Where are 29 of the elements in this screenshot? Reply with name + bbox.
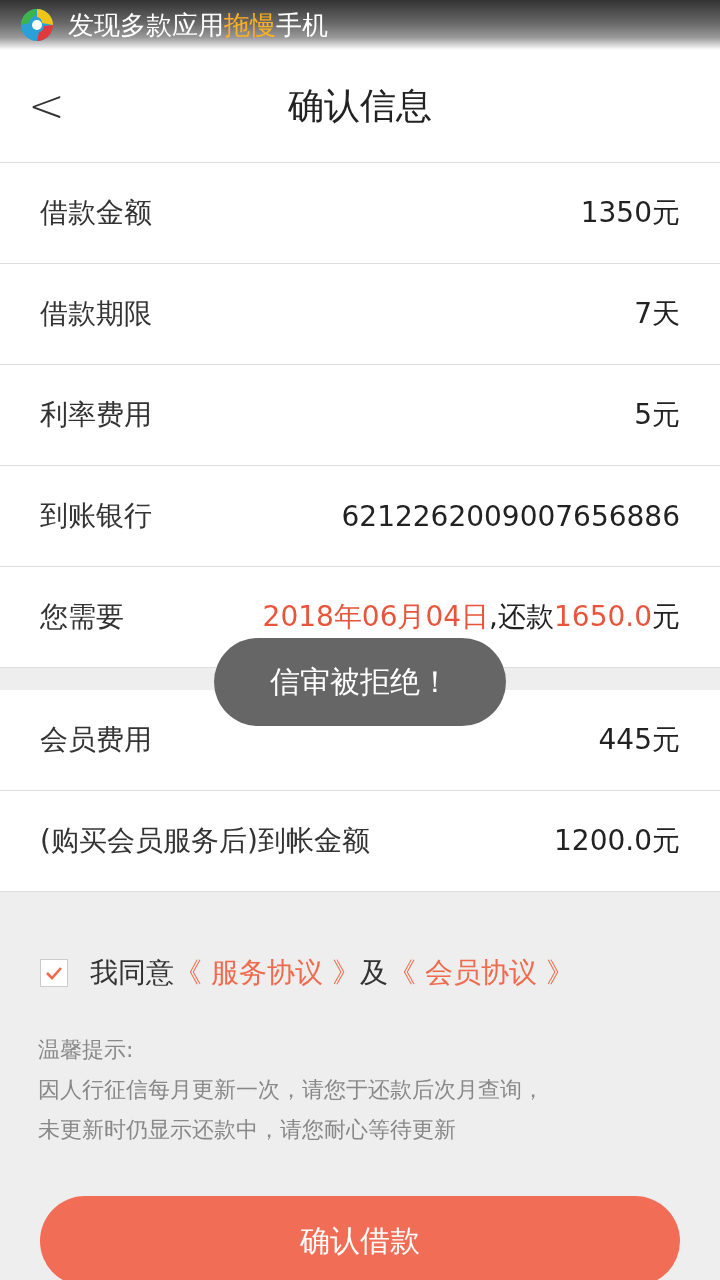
agreement-text: 我同意 [90, 955, 174, 991]
row-value: 1350元 [580, 195, 680, 231]
agreement-text: 及 [359, 955, 388, 991]
row-label: 会员费用 [40, 722, 152, 758]
row-value: 1200.0元 [554, 823, 680, 859]
row-value: 5元 [634, 397, 680, 433]
notification-text: 发现多款应用拖慢手机 [68, 8, 328, 42]
tip-text: 温馨提示: [38, 1036, 135, 1064]
row-value: 7天 [634, 296, 680, 332]
page-title: 确认信息 [288, 83, 432, 128]
agreement-link[interactable]: 《 会员协议 》 [387, 954, 574, 992]
row-label: 借款金额 [40, 195, 152, 231]
row-label: 利率费用 [40, 397, 152, 433]
tip-text: 未更新时仍显示还款中，请您耐心等待更新 [38, 1116, 457, 1144]
tip-text: 因人行征信每月更新一次，请您于还款后次月查询， [38, 1076, 545, 1104]
agreement-link[interactable]: 《 服务协议 》 [174, 954, 360, 992]
app-logo-icon [20, 8, 54, 42]
row-label: 到账银行 [40, 498, 152, 534]
row-label: (购买会员服务后)到帐金额 [40, 823, 370, 859]
row-value: 2018年06月04日,还款1650.0元 [262, 599, 680, 635]
confirm-button[interactable]: 确认借款 [40, 1196, 680, 1280]
row-value: 445元 [598, 722, 680, 758]
row-label: 借款期限 [40, 296, 152, 332]
back-button[interactable]: < [20, 76, 73, 136]
agree-checkbox[interactable] [40, 959, 68, 987]
row-value: 6212262009007656886 [341, 499, 680, 533]
row-label: 您需要 [40, 599, 124, 635]
checkmark-icon [45, 966, 63, 980]
toast-message: 信审被拒绝！ [214, 638, 506, 726]
